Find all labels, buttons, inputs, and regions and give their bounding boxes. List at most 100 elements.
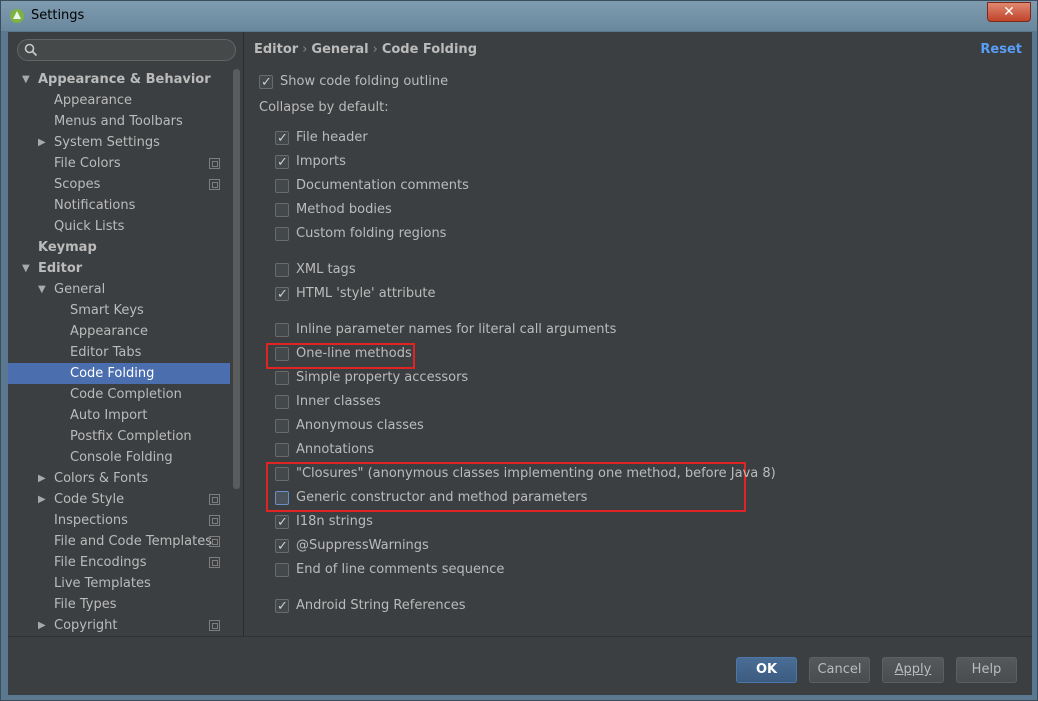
sidebar-item-console-folding[interactable]: Console Folding [8, 447, 230, 468]
sidebar-item-file-and-code-templates[interactable]: File and Code Templates [8, 531, 230, 552]
sidebar-item-code-completion[interactable]: Code Completion [8, 384, 230, 405]
sidebar-item-smart-keys[interactable]: Smart Keys [8, 300, 230, 321]
checkbox-android-string-references[interactable] [275, 597, 289, 617]
sidebar-item-appearance[interactable]: Appearance [8, 90, 230, 111]
search-input[interactable] [17, 39, 236, 61]
sidebar-item-code-style[interactable]: ▶ Code Style [8, 489, 230, 510]
sidebar-item-file-types[interactable]: File Types [8, 594, 230, 615]
sidebar-item-code-folding[interactable]: Code Folding [8, 363, 230, 384]
sidebar-item-label: Notifications [54, 198, 136, 213]
ok-button[interactable]: OK [736, 657, 797, 683]
checkbox-file-header[interactable] [275, 129, 289, 149]
sidebar-item-menus-and-toolbars[interactable]: Menus and Toolbars [8, 111, 230, 132]
option-label: Generic constructor and method parameter… [296, 490, 588, 505]
checkbox-xml-tags[interactable] [275, 263, 289, 277]
breadcrumb-separator: › [302, 42, 308, 57]
checkbox-method-bodies[interactable] [275, 203, 289, 217]
sidebar-item-editor[interactable]: ▼ Editor [8, 258, 230, 279]
settings-tree: ▼ Appearance & Behavior Appearance Menus an… [8, 69, 230, 636]
sidebar-item-label: Editor Tabs [70, 345, 142, 360]
sidebar-item-inspections[interactable]: Inspections [8, 510, 230, 531]
breadcrumb-general: General [311, 42, 369, 57]
sidebar-item-label: Copyright [54, 618, 118, 633]
sidebar-item-keymap[interactable]: Keymap [8, 237, 230, 258]
sidebar-item-copyright[interactable]: ▶ Copyright [8, 615, 230, 636]
collapsed-arrow-icon[interactable]: ▶ [38, 615, 50, 636]
sidebar-item-label: Editor [38, 261, 83, 276]
project-scope-icon [209, 620, 220, 631]
title-bar: Settings ✕ [1, 1, 1037, 31]
settings-body: ▼ Appearance & Behavior Appearance Menus an… [8, 32, 1032, 695]
expanded-arrow-icon[interactable]: ▼ [22, 69, 34, 90]
checkbox-anonymous-classes[interactable] [275, 419, 289, 433]
sidebar-item-appearance[interactable]: Appearance [8, 321, 230, 342]
checkbox-custom-folding-regions[interactable] [275, 227, 289, 241]
checkbox-simple-property-accessors[interactable] [275, 371, 289, 385]
checkbox-inner-classes[interactable] [275, 395, 289, 409]
checkbox-inline-parameter-names-for-literal-call-arguments[interactable] [275, 323, 289, 337]
option-label: @SuppressWarnings [296, 538, 429, 553]
sidebar-item-general[interactable]: ▼ General [8, 279, 230, 300]
apply-button[interactable]: Apply [882, 657, 944, 683]
project-scope-icon [209, 557, 220, 568]
option-label: Inner classes [296, 394, 381, 409]
sidebar-item-file-colors[interactable]: File Colors [8, 153, 230, 174]
option-label: Imports [296, 154, 346, 169]
close-window-button[interactable]: ✕ [987, 2, 1031, 22]
sidebar-item-appearance-behavior[interactable]: ▼ Appearance & Behavior [8, 69, 230, 90]
expanded-arrow-icon[interactable]: ▼ [38, 279, 50, 300]
sidebar-item-label: Appearance [54, 93, 133, 108]
sidebar-item-notifications[interactable]: Notifications [8, 195, 230, 216]
cancel-button[interactable]: Cancel [809, 657, 870, 683]
checkbox-html-style-attribute[interactable] [275, 285, 289, 305]
sidebar-scrollbar[interactable] [232, 69, 240, 634]
footer-separator [8, 636, 1032, 637]
sidebar-item-colors-fonts[interactable]: ▶ Colors & Fonts [8, 468, 230, 489]
project-scope-icon [209, 536, 220, 547]
sidebar-item-label: General [54, 282, 106, 297]
option-label: Android String References [296, 598, 466, 613]
sidebar-item-label: Menus and Toolbars [54, 114, 183, 129]
show-outline-label: Show code folding outline [280, 74, 449, 89]
collapsed-arrow-icon[interactable]: ▶ [38, 489, 50, 510]
checkbox-imports[interactable] [275, 153, 289, 173]
checkbox-one-line-methods[interactable] [275, 347, 289, 361]
option-label: "Closures" (anonymous classes implementi… [296, 466, 776, 481]
checkbox-closures-anonymous-classes-implementing-one-method-before-java-8[interactable] [275, 467, 289, 481]
sidebar-item-label: Smart Keys [70, 303, 144, 318]
sidebar-item-system-settings[interactable]: ▶ System Settings [8, 132, 230, 153]
breadcrumb-separator: › [372, 42, 378, 57]
checkbox-end-of-line-comments-sequence[interactable] [275, 563, 289, 577]
sidebar-item-label: Code Folding [70, 366, 155, 381]
sidebar-item-file-encodings[interactable]: File Encodings [8, 552, 230, 573]
checkbox-generic-constructor-and-method-parameters[interactable] [275, 491, 289, 505]
sidebar-item-scopes[interactable]: Scopes [8, 174, 230, 195]
sidebar-item-quick-lists[interactable]: Quick Lists [8, 216, 230, 237]
window-title: Settings [31, 8, 85, 23]
checkbox-i18n-strings[interactable] [275, 513, 289, 533]
option-label: Method bodies [296, 202, 392, 217]
sidebar-item-label: Colors & Fonts [54, 471, 149, 486]
sidebar-item-label: File and Code Templates [54, 534, 212, 549]
checkbox-suppresswarnings[interactable] [275, 537, 289, 557]
option-label: HTML 'style' attribute [296, 286, 436, 301]
sidebar-item-label: Postfix Completion [70, 429, 192, 444]
help-button[interactable]: Help [956, 657, 1017, 683]
code-folding-panel: Editor›General›Code Folding Reset Show c… [244, 32, 1032, 636]
checkbox-annotations[interactable] [275, 443, 289, 457]
sidebar-item-live-templates[interactable]: Live Templates [8, 573, 230, 594]
settings-sidebar: ▼ Appearance & Behavior Appearance Menus an… [8, 32, 243, 636]
collapsed-arrow-icon[interactable]: ▶ [38, 468, 50, 489]
sidebar-item-label: Auto Import [70, 408, 148, 423]
sidebar-item-auto-import[interactable]: Auto Import [8, 405, 230, 426]
checkbox-documentation-comments[interactable] [275, 179, 289, 193]
show-outline-checkbox[interactable] [259, 73, 273, 93]
sidebar-item-label: File Colors [54, 156, 121, 171]
option-label: Custom folding regions [296, 226, 447, 241]
sidebar-item-editor-tabs[interactable]: Editor Tabs [8, 342, 230, 363]
sidebar-item-postfix-completion[interactable]: Postfix Completion [8, 426, 230, 447]
sidebar-scrollbar-thumb[interactable] [233, 69, 240, 489]
reset-link[interactable]: Reset [980, 42, 1022, 57]
collapsed-arrow-icon[interactable]: ▶ [38, 132, 50, 153]
expanded-arrow-icon[interactable]: ▼ [22, 258, 34, 279]
